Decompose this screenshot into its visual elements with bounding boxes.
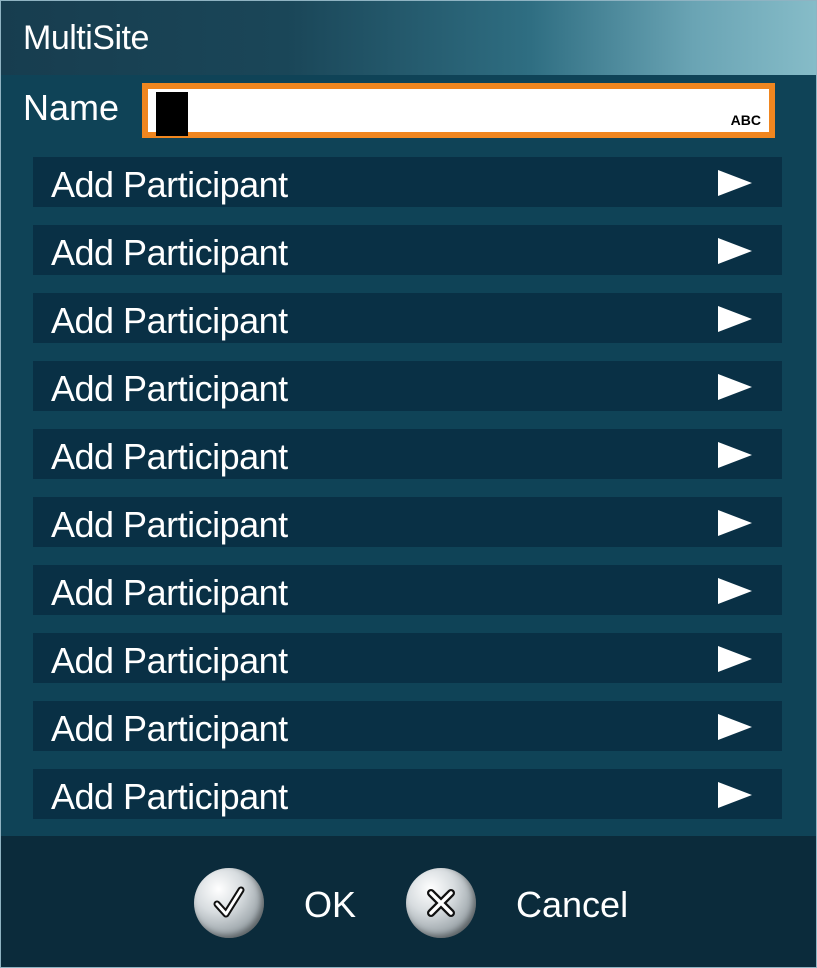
add-participant-item[interactable]: Add Participant — [33, 361, 782, 411]
right-arrow-icon — [718, 510, 752, 536]
add-participant-item[interactable]: Add Participant — [33, 293, 782, 343]
dialog-footer: OK Cancel — [1, 836, 816, 967]
right-arrow-icon — [718, 442, 752, 468]
multisite-dialog: MultiSite Name ABC Add Participant Add P… — [0, 0, 817, 968]
participant-list: Add Participant Add Participant Add Part… — [33, 157, 782, 837]
add-participant-item[interactable]: Add Participant — [33, 497, 782, 547]
add-participant-label: Add Participant — [51, 300, 288, 341]
right-arrow-icon — [718, 714, 752, 740]
add-participant-item[interactable]: Add Participant — [33, 225, 782, 275]
ok-label: OK — [304, 884, 357, 925]
right-arrow-icon — [718, 238, 752, 264]
add-participant-item[interactable]: Add Participant — [33, 701, 782, 751]
cancel-label: Cancel — [516, 884, 629, 925]
right-arrow-icon — [718, 374, 752, 400]
add-participant-label: Add Participant — [51, 776, 288, 817]
add-participant-label: Add Participant — [51, 640, 288, 681]
add-participant-label: Add Participant — [51, 436, 288, 477]
add-participant-item[interactable]: Add Participant — [33, 565, 782, 615]
right-arrow-icon — [718, 306, 752, 332]
checkmark-icon — [194, 868, 264, 938]
right-arrow-icon — [718, 578, 752, 604]
name-label: Name — [23, 87, 120, 128]
add-participant-item[interactable]: Add Participant — [33, 429, 782, 479]
add-participant-item[interactable]: Add Participant — [33, 157, 782, 207]
input-mode-indicator: ABC — [730, 112, 761, 128]
dialog-title: MultiSite — [23, 19, 149, 57]
x-icon — [406, 868, 476, 938]
add-participant-label: Add Participant — [51, 708, 288, 749]
right-arrow-icon — [718, 782, 752, 808]
add-participant-label: Add Participant — [51, 572, 288, 613]
title-bar: MultiSite — [1, 1, 816, 75]
cancel-button[interactable]: Cancel — [406, 868, 646, 938]
add-participant-label: Add Participant — [51, 368, 288, 409]
add-participant-label: Add Participant — [51, 504, 288, 545]
add-participant-label: Add Participant — [51, 232, 288, 273]
ok-button[interactable]: OK — [194, 868, 364, 938]
right-arrow-icon — [718, 170, 752, 196]
add-participant-label: Add Participant — [51, 164, 288, 205]
right-arrow-icon — [718, 646, 752, 672]
add-participant-item[interactable]: Add Participant — [33, 633, 782, 683]
name-row: Name ABC — [1, 75, 816, 153]
name-input[interactable]: ABC — [142, 83, 775, 138]
text-cursor — [156, 92, 188, 136]
add-participant-item[interactable]: Add Participant — [33, 769, 782, 819]
